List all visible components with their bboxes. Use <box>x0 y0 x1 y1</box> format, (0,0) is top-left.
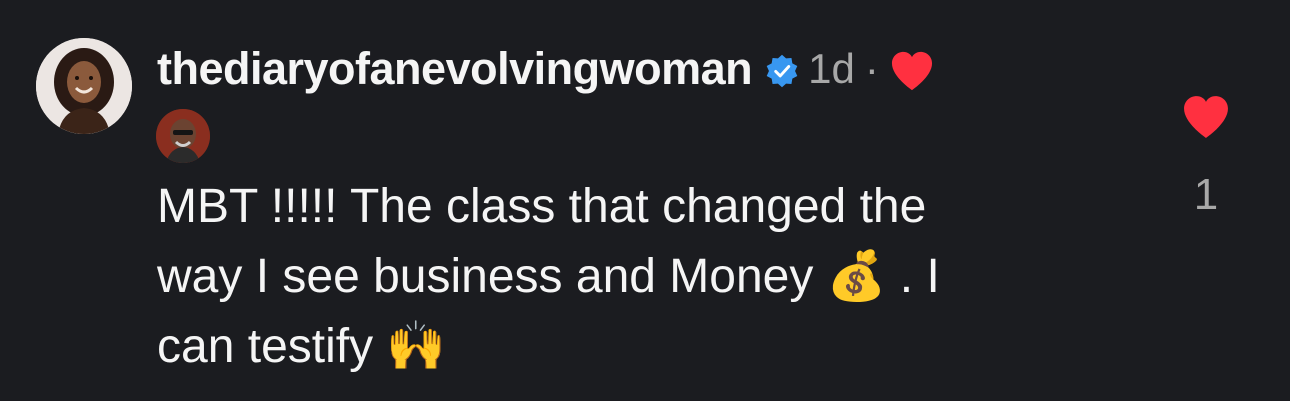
timestamp: 1d <box>808 45 855 92</box>
like-count[interactable]: 1 <box>1180 170 1232 220</box>
avatar[interactable] <box>36 38 132 134</box>
creator-liked-heart-icon <box>891 51 932 91</box>
comment-text: MBT !!!!! The class that changed the way… <box>157 180 940 373</box>
comment-header: thediaryofanevolvingwoman 1d · <box>157 37 935 101</box>
liked-by-avatar-image <box>156 109 210 163</box>
comment: thediaryofanevolvingwoman 1d · MBT !!!!!… <box>0 0 1290 401</box>
username[interactable]: thediaryofanevolvingwoman <box>157 43 753 95</box>
liked-by-avatar <box>156 109 210 163</box>
like-heart-icon[interactable] <box>1180 94 1232 140</box>
verified-badge-icon <box>766 54 798 88</box>
avatar-image <box>36 38 132 134</box>
separator-dot: · <box>864 45 879 92</box>
